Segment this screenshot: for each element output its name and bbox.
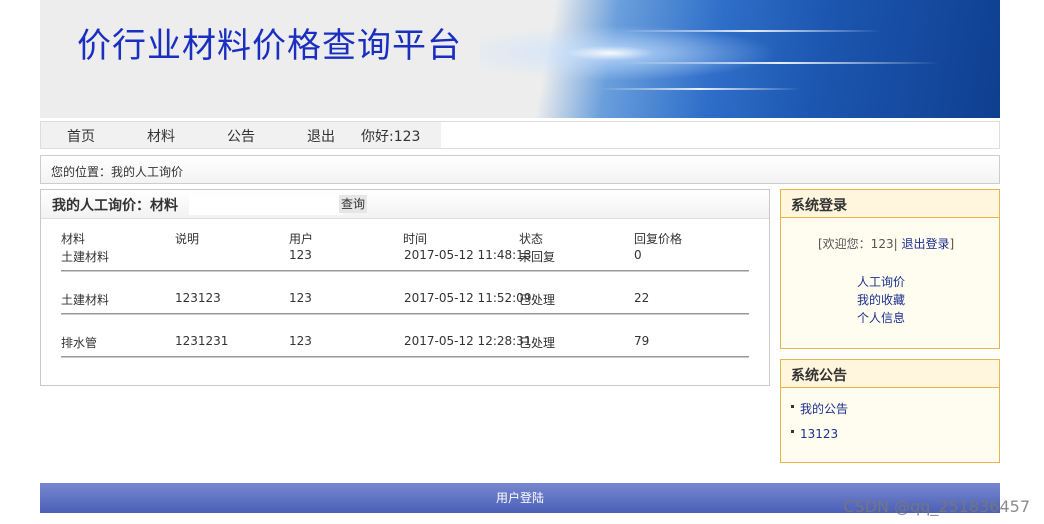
row-divider — [61, 270, 749, 272]
login-box-header: 系统登录 — [781, 190, 999, 218]
nav-item-logout[interactable]: 退出 — [307, 126, 335, 146]
row-divider — [61, 313, 749, 315]
table-header: 材料 说明 用户 时间 状态 回复价格 — [61, 230, 751, 246]
search-input[interactable] — [189, 195, 343, 215]
cell-user: 123 — [289, 291, 312, 305]
welcome-prefix: [欢迎您：123| — [818, 237, 898, 251]
table-row: 排水管 1231231 123 2017-05-12 12:28:31 已处理 … — [61, 334, 751, 377]
banner-graphic — [480, 0, 1000, 118]
notice-item-label: 13123 — [800, 427, 839, 441]
column-header: 说明 — [175, 232, 200, 246]
link-my-favorites[interactable]: 我的收藏 — [857, 291, 905, 308]
cell-status: 已处理 — [519, 336, 556, 350]
user-greeting: 你好:123 — [361, 129, 421, 145]
bullet-icon — [791, 405, 794, 408]
inquiry-table: 材料 说明 用户 时间 状态 回复价格 土建材料 123 2017-05-12 … — [61, 230, 751, 377]
notice-box-title: 系统公告 — [791, 368, 847, 384]
column-header: 时间 — [403, 232, 428, 246]
header-banner: 价行业材料价格查询平台 — [40, 0, 1000, 118]
inquiry-title: 我的人工询价：材料 — [52, 198, 178, 214]
notice-item-label: 我的公告 — [800, 402, 849, 416]
breadcrumb-text: 您的位置：我的人工询价 — [51, 165, 184, 179]
column-header: 用户 — [289, 232, 314, 246]
top-nav: 首页 材料 公告 退出 你好:123 — [40, 121, 1000, 149]
breadcrumb: 您的位置：我的人工询价 — [40, 155, 1000, 184]
notice-item[interactable]: 我的公告 — [791, 400, 848, 417]
nav-item-notices[interactable]: 公告 — [227, 126, 255, 146]
row-divider — [61, 356, 749, 358]
column-header: 状态 — [519, 232, 544, 246]
welcome-text: [欢迎您：123| 退出登录] — [818, 235, 954, 252]
table-row: 土建材料 123123 123 2017-05-12 11:52:09 已处理 … — [61, 291, 751, 334]
bullet-icon — [791, 430, 794, 433]
cell-time: 2017-05-12 12:28:31 — [404, 334, 532, 348]
notice-box: 系统公告 我的公告 13123 — [780, 359, 1000, 463]
site-title: 价行业材料价格查询平台 — [77, 26, 462, 66]
logout-link[interactable]: 退出登录 — [901, 237, 949, 251]
cell-user: 123 — [289, 248, 312, 262]
nav-item-materials[interactable]: 材料 — [147, 126, 175, 146]
link-manual-inquiry[interactable]: 人工询价 — [857, 273, 905, 290]
cell-price: 79 — [634, 334, 650, 348]
page: 价行业材料价格查询平台 首页 材料 公告 退出 你好:123 您的位置：我的人工… — [40, 0, 1000, 513]
column-header: 材料 — [61, 232, 86, 246]
inquiry-panel-header: 我的人工询价：材料 查询 — [41, 190, 769, 219]
cell-price: 22 — [634, 291, 650, 305]
login-box-title: 系统登录 — [791, 198, 847, 214]
search-button[interactable]: 查询 — [339, 195, 368, 213]
cell-description: 123123 — [175, 291, 221, 305]
watermark: CSDN @qq_251836457 — [843, 497, 1030, 516]
footer-user-login[interactable]: 用户登陆 — [496, 489, 544, 506]
cell-time: 2017-05-12 11:52:09 — [404, 291, 532, 305]
notice-box-header: 系统公告 — [781, 360, 999, 388]
welcome-suffix: ] — [949, 237, 955, 251]
table-row: 土建材料 123 2017-05-12 11:48:13 未回复 0 — [61, 248, 751, 291]
inquiry-panel: 我的人工询价：材料 查询 材料 说明 用户 时间 状态 回复价格 土建材料 12… — [40, 189, 770, 386]
banner-streak — [620, 62, 940, 64]
cell-price: 0 — [634, 248, 642, 262]
column-header: 回复价格 — [634, 232, 683, 246]
banner-streak — [600, 88, 800, 90]
nav-item-home[interactable]: 首页 — [67, 126, 95, 146]
cell-material: 土建材料 — [61, 250, 110, 264]
cell-material: 排水管 — [61, 336, 98, 350]
cell-material: 土建材料 — [61, 293, 110, 307]
link-personal-info[interactable]: 个人信息 — [857, 309, 905, 326]
notice-item[interactable]: 13123 — [791, 427, 838, 441]
cell-time: 2017-05-12 11:48:13 — [404, 248, 532, 262]
login-box: 系统登录 [欢迎您：123| 退出登录] 人工询价 我的收藏 个人信息 — [780, 189, 1000, 349]
cell-status: 未回复 — [519, 250, 556, 264]
cell-status: 已处理 — [519, 293, 556, 307]
cell-user: 123 — [289, 334, 312, 348]
cell-description: 1231231 — [175, 334, 229, 348]
banner-streak — [620, 30, 880, 32]
